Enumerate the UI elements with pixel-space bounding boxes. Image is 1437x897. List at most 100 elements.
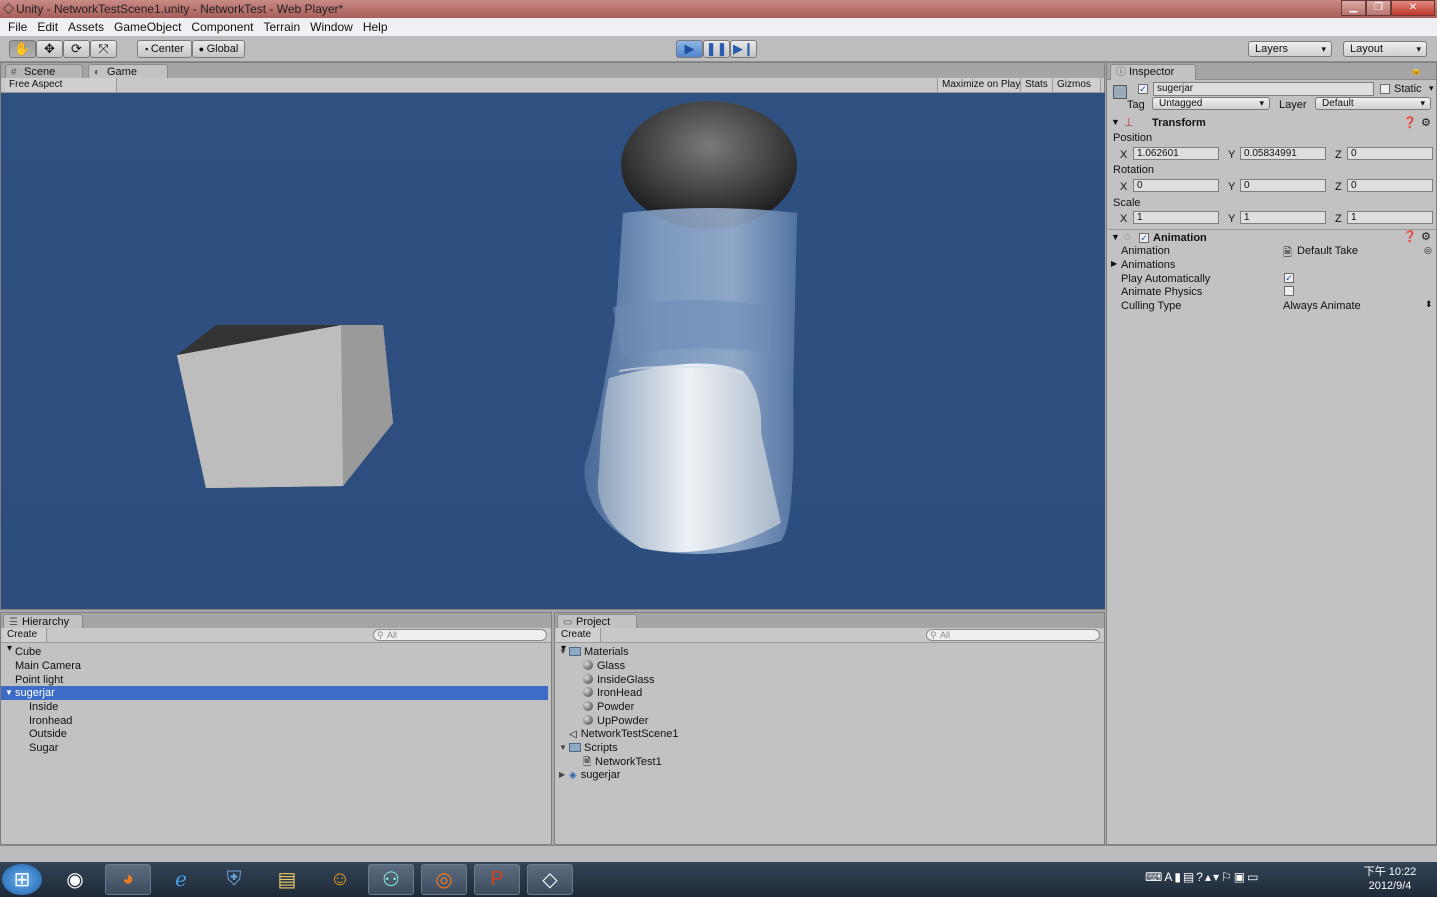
hierarchy-item-main-camera[interactable]: Main Camera: [1, 659, 551, 673]
object-picker-icon[interactable]: ◎: [1424, 245, 1432, 256]
rotation-z-field[interactable]: 0: [1347, 179, 1433, 192]
project-item-insideglass[interactable]: InsideGlass: [555, 673, 1104, 687]
help-icon[interactable]: ❓: [1403, 116, 1417, 129]
scale-y-field[interactable]: 1: [1240, 211, 1326, 224]
culling-dropdown-icon[interactable]: ⬍: [1425, 299, 1433, 310]
layers-dropdown[interactable]: Layers: [1248, 41, 1332, 57]
animation-value[interactable]: Default Take: [1297, 245, 1358, 257]
expand-arrow-icon[interactable]: ▼: [5, 686, 13, 700]
position-z-field[interactable]: 0: [1347, 147, 1433, 160]
game-viewport[interactable]: [1, 93, 1105, 609]
animate-physics-checkbox[interactable]: [1284, 286, 1294, 296]
animation-enabled-checkbox[interactable]: ✓: [1139, 233, 1149, 243]
scale-z-field[interactable]: 1: [1347, 211, 1433, 224]
static-dropdown-icon[interactable]: ▾: [1429, 83, 1434, 94]
rotate-tool-icon[interactable]: ⟳: [63, 40, 90, 58]
pause-button[interactable]: ❚❚: [703, 40, 730, 58]
project-search-input[interactable]: All: [926, 629, 1100, 641]
file-explorer-icon[interactable]: ▤: [264, 864, 310, 895]
collapse-arrow-icon[interactable]: ▶: [559, 768, 565, 782]
position-y-field[interactable]: 0.05834991: [1240, 147, 1326, 160]
project-item-sugerjar[interactable]: ▶ ◈ sugerjar: [555, 768, 1104, 782]
aspect-dropdown[interactable]: Free Aspect: [5, 78, 117, 92]
hierarchy-item-sugar[interactable]: Sugar: [1, 741, 551, 755]
move-tool-icon[interactable]: ✥: [36, 40, 63, 58]
expand-arrow-icon[interactable]: ▼: [559, 645, 567, 659]
main-toolbar: ✋ ✥ ⟳ ⤧ ▪ Center ● Global ▶ ❚❚ ▶❙ Layers…: [0, 36, 1437, 62]
project-item-uppowder[interactable]: UpPowder: [555, 714, 1104, 728]
maximize-button[interactable]: ❐: [1366, 0, 1391, 16]
static-checkbox[interactable]: [1380, 84, 1390, 94]
project-create-button[interactable]: Create ▾: [557, 628, 601, 654]
menu-terrain[interactable]: Terrain: [263, 20, 300, 34]
tab-inspector[interactable]: ⓘ Inspector: [1110, 64, 1196, 80]
project-item-ironhead[interactable]: IronHead: [555, 686, 1104, 700]
minimize-button[interactable]: ▁: [1341, 0, 1366, 16]
taskbar-clock[interactable]: 下午 10:22 2012/9/4: [1360, 865, 1420, 893]
blender-icon[interactable]: ◎: [421, 864, 467, 895]
project-item-networktestscene1[interactable]: ◁ NetworkTestScene1: [555, 727, 1104, 741]
animation-help-icon[interactable]: ❓: [1403, 230, 1417, 243]
transform-foldout-icon[interactable]: ▼: [1111, 117, 1120, 127]
close-button[interactable]: ✕: [1391, 0, 1435, 16]
tag-dropdown[interactable]: Untagged: [1152, 97, 1270, 110]
powerpoint-icon[interactable]: P: [474, 864, 520, 895]
unity-taskbar-icon[interactable]: ◇: [527, 864, 573, 895]
active-checkbox[interactable]: ✓: [1138, 84, 1148, 94]
menu-component[interactable]: Component: [191, 20, 253, 34]
hierarchy-item-sugerjar[interactable]: ▼ sugerjar: [1, 686, 548, 700]
animation-title: Animation: [1153, 232, 1207, 244]
expand-arrow-icon[interactable]: ▼: [559, 741, 567, 755]
hierarchy-item-outside[interactable]: Outside: [1, 727, 551, 741]
static-label: Static: [1394, 83, 1422, 95]
menu-assets[interactable]: Assets: [68, 20, 104, 34]
project-folder-scripts[interactable]: ▼ Scripts: [555, 741, 1104, 755]
animation-foldout-icon[interactable]: ▼: [1111, 232, 1120, 242]
hierarchy-item-point-light[interactable]: Point light: [1, 673, 551, 687]
network-app-icon[interactable]: ⚇: [368, 864, 414, 895]
menu-help[interactable]: Help: [363, 20, 388, 34]
culling-type-dropdown[interactable]: Always Animate: [1283, 300, 1361, 312]
object-name-field[interactable]: sugerjar: [1153, 82, 1374, 96]
space-global-button[interactable]: ● Global: [192, 40, 245, 58]
security-shield-icon[interactable]: ⛨: [211, 864, 257, 895]
layout-dropdown[interactable]: Layout: [1343, 41, 1427, 57]
start-button[interactable]: ⊞: [2, 864, 42, 895]
rotation-x-field[interactable]: 0: [1133, 179, 1219, 192]
menu-edit[interactable]: Edit: [37, 20, 58, 34]
scale-tool-icon[interactable]: ⤧: [90, 40, 117, 58]
scale-x-field[interactable]: 1: [1133, 211, 1219, 224]
chat-app-icon[interactable]: ☺: [317, 864, 363, 895]
stats-button[interactable]: Stats: [1020, 78, 1053, 92]
step-button[interactable]: ▶❙: [730, 40, 757, 58]
project-item-powder[interactable]: Powder: [555, 700, 1104, 714]
play-automatically-checkbox[interactable]: ✓: [1284, 273, 1294, 283]
lock-icon[interactable]: 🔒: [1411, 65, 1422, 76]
hierarchy-item-ironhead[interactable]: Ironhead: [1, 714, 551, 728]
transform-gear-icon[interactable]: ⚙: [1421, 116, 1431, 129]
pivot-center-button[interactable]: ▪ Center: [137, 40, 192, 58]
menu-window[interactable]: Window: [310, 20, 353, 34]
animations-foldout-icon[interactable]: ▶: [1111, 259, 1117, 268]
hierarchy-search-input[interactable]: All: [373, 629, 547, 641]
menu-gameobject[interactable]: GameObject: [114, 20, 181, 34]
hierarchy-item-inside[interactable]: Inside: [1, 700, 551, 714]
animation-gear-icon[interactable]: ⚙: [1421, 230, 1431, 243]
project-folder-materials[interactable]: ▼ Materials: [555, 645, 1104, 659]
hierarchy-create-button[interactable]: Create ▾: [3, 628, 47, 654]
play-button[interactable]: ▶: [676, 40, 703, 58]
rotation-y-field[interactable]: 0: [1240, 179, 1326, 192]
system-tray-icons[interactable]: ⌨A▮▤?▴▾⚐▣▭: [1145, 870, 1260, 884]
hand-tool-icon[interactable]: ✋: [9, 40, 36, 58]
layer-dropdown[interactable]: Default: [1315, 97, 1431, 110]
hierarchy-item-cube[interactable]: Cube: [1, 645, 551, 659]
chrome-icon[interactable]: ◉: [52, 864, 98, 895]
maximize-on-play-button[interactable]: Maximize on Play: [937, 78, 1026, 92]
position-x-field[interactable]: 1.062601: [1133, 147, 1219, 160]
project-item-glass[interactable]: Glass: [555, 659, 1104, 673]
gizmos-button[interactable]: Gizmos: [1052, 78, 1101, 92]
firefox-icon[interactable]: ◕: [105, 864, 151, 895]
menu-file[interactable]: File: [8, 20, 27, 34]
internet-explorer-icon[interactable]: ℯ: [158, 864, 204, 895]
project-item-networktest1[interactable]: 🗎 NetworkTest1: [555, 755, 1104, 769]
